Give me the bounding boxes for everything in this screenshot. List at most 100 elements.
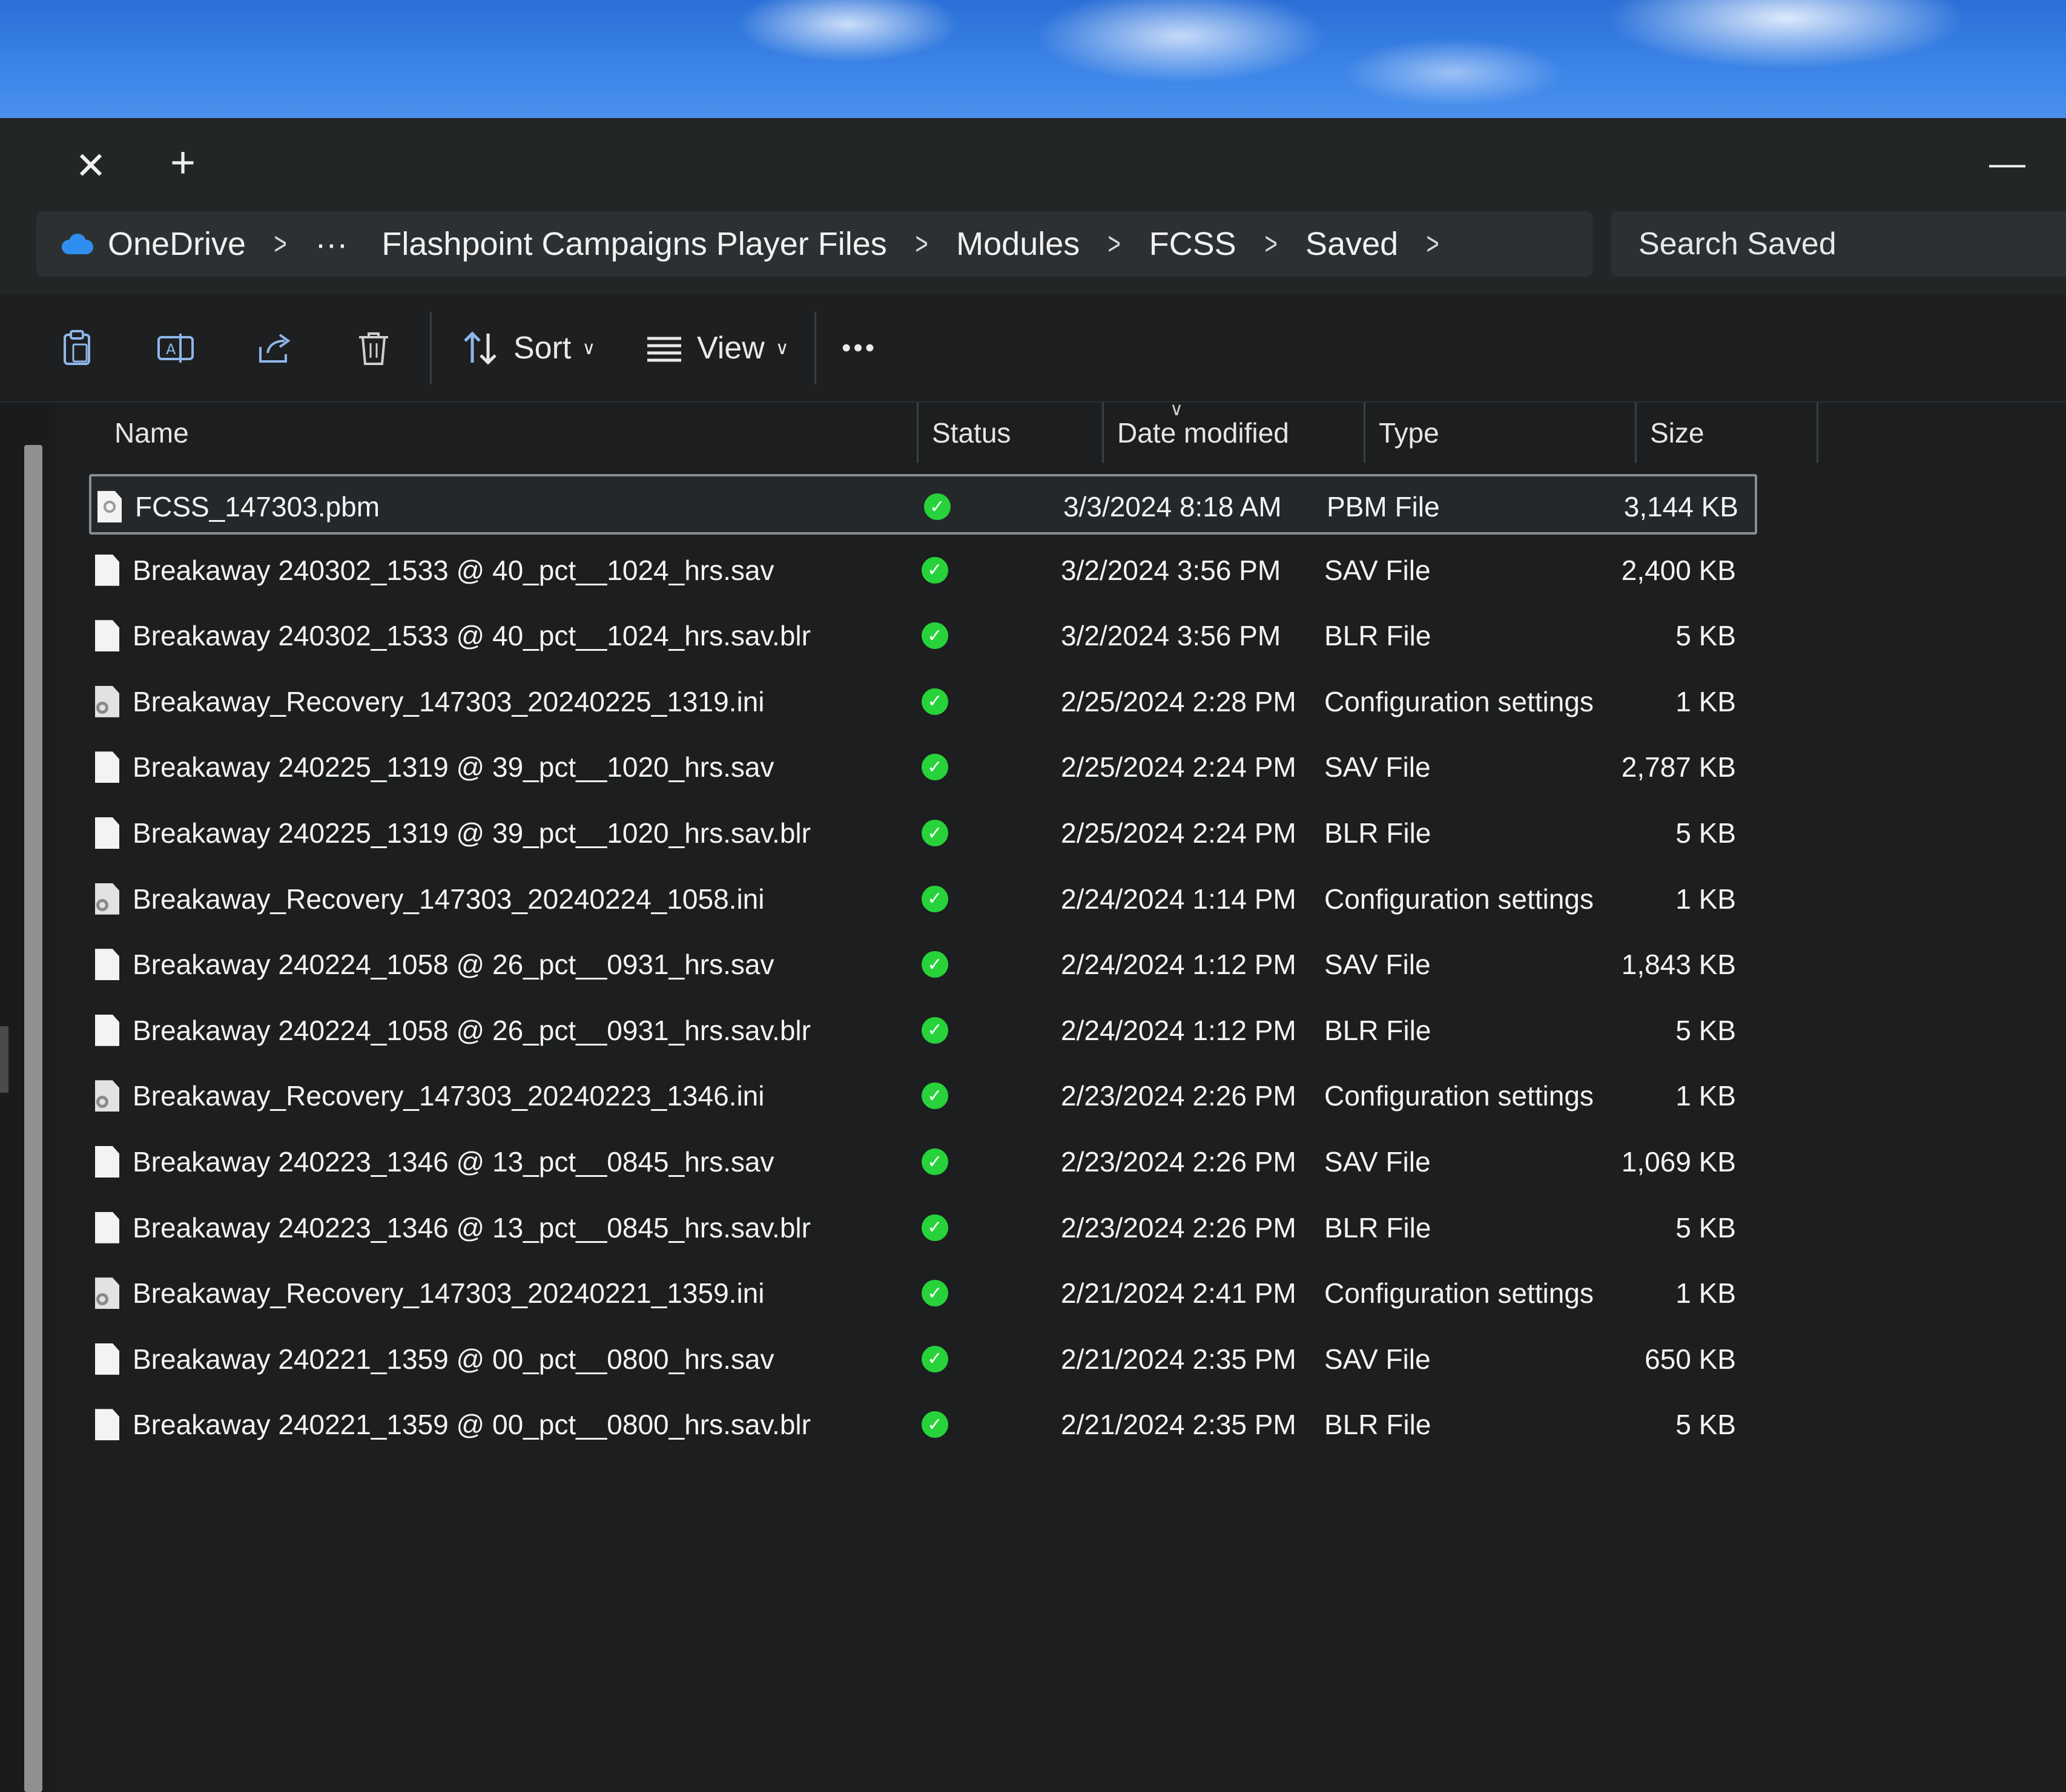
search-input[interactable]: Search Saved	[1611, 211, 2066, 277]
file-row[interactable]: Breakaway_Recovery_147303_20240223_1346.…	[89, 1066, 1757, 1126]
file-name: Breakaway_Recovery_147303_20240224_1058.…	[133, 883, 765, 915]
file-name-cell: Breakaway_Recovery_147303_20240224_1058.…	[95, 869, 913, 929]
file-size: 1 KB	[1675, 685, 1736, 717]
chevron-right-icon[interactable]: >	[274, 226, 287, 262]
breadcrumb-flashpoint-campaigns-player-files[interactable]: Flashpoint Campaigns Player Files	[381, 225, 886, 263]
chevron-right-icon[interactable]: >	[1108, 226, 1121, 262]
desktop-wallpaper	[0, 0, 2066, 124]
date-modified: 2/24/2024 1:12 PM	[1061, 1014, 1296, 1046]
column-header-type[interactable]: Type	[1365, 403, 1637, 463]
file-icon	[95, 751, 119, 783]
date-modified: 2/23/2024 2:26 PM	[1061, 1146, 1296, 1178]
breadcrumb-overflow[interactable]: ···	[315, 225, 348, 263]
toolbar-divider	[430, 312, 432, 384]
file-name-cell: Breakaway 240225_1319 @ 39_pct__1020_hrs…	[95, 737, 913, 797]
breadcrumb-onedrive[interactable]: OneDrive	[108, 225, 246, 263]
synced-check-icon: ✓	[922, 1280, 948, 1307]
breadcrumb-modules[interactable]: Modules	[956, 225, 1080, 263]
breadcrumb-fcss[interactable]: FCSS	[1149, 225, 1236, 263]
file-name: Breakaway 240223_1346 @ 13_pct__0845_hrs…	[133, 1211, 811, 1244]
close-tab-button[interactable]: ✕	[67, 141, 115, 189]
chevron-down-icon: ∨	[775, 338, 789, 358]
chevron-right-icon[interactable]: >	[915, 226, 928, 262]
file-row[interactable]: Breakaway 240221_1359 @ 00_pct__0800_hrs…	[89, 1394, 1757, 1455]
svg-text:A: A	[166, 341, 176, 358]
status-cell: ✓	[922, 1394, 1018, 1455]
file-row[interactable]: Breakaway 240221_1359 @ 00_pct__0800_hrs…	[89, 1329, 1757, 1389]
column-header-size[interactable]: Size	[1637, 403, 1818, 463]
column-header-date-modified[interactable]: Date modified	[1104, 403, 1365, 463]
new-tab-button[interactable]: +	[159, 139, 207, 187]
file-row[interactable]: Breakaway 240223_1346 @ 13_pct__0845_hrs…	[89, 1132, 1757, 1192]
chevron-down-icon: ∨	[582, 338, 596, 358]
delete-button[interactable]	[354, 318, 393, 378]
file-name-cell: Breakaway 240224_1058 @ 26_pct__0931_hrs…	[95, 1000, 913, 1061]
breadcrumb[interactable]: OneDrive > ··· Flashpoint Campaigns Play…	[36, 211, 1592, 277]
file-size: 5 KB	[1675, 620, 1736, 652]
share-icon	[259, 334, 291, 363]
title-bar: ✕ + —	[0, 118, 2066, 203]
synced-check-icon: ✓	[922, 951, 948, 978]
synced-check-icon: ✓	[922, 885, 948, 912]
view-label: View	[697, 331, 765, 366]
synced-check-icon: ✓	[922, 1016, 948, 1044]
file-name: FCSS_147303.pbm	[135, 491, 380, 522]
minimize-button[interactable]: —	[1980, 143, 2035, 183]
rename-button[interactable]: A	[156, 318, 195, 378]
date-modified: 3/2/2024 3:56 PM	[1061, 554, 1281, 586]
chevron-right-icon[interactable]: >	[1264, 226, 1277, 262]
file-row[interactable]: Breakaway_Recovery_147303_20240225_1319.…	[89, 671, 1757, 732]
file-name: Breakaway_Recovery_147303_20240225_1319.…	[133, 685, 765, 717]
file-name: Breakaway 240224_1058 @ 26_pct__0931_hrs…	[133, 949, 774, 981]
command-bar: A Sort ∨ View ∨ •••	[0, 294, 2066, 403]
date-modified: 2/25/2024 2:28 PM	[1061, 685, 1296, 717]
column-header-name[interactable]: Name	[101, 403, 919, 463]
breadcrumb-saved[interactable]: Saved	[1305, 225, 1398, 263]
settings-file-icon	[95, 685, 119, 717]
status-cell: ✓	[922, 1066, 1018, 1126]
file-row[interactable]: Breakaway 240302_1533 @ 40_pct__1024_hrs…	[89, 605, 1757, 666]
status-cell: ✓	[922, 1197, 1018, 1258]
date-modified: 2/21/2024 2:35 PM	[1061, 1343, 1296, 1375]
onedrive-cloud-icon	[57, 234, 93, 254]
synced-check-icon: ✓	[922, 1345, 948, 1372]
sort-button[interactable]: Sort ∨	[461, 318, 595, 378]
status-cell: ✓	[922, 803, 1018, 863]
status-cell: ✓	[922, 1000, 1018, 1061]
file-icon	[95, 620, 119, 652]
file-name-cell: Breakaway_Recovery_147303_20240225_1319.…	[95, 671, 913, 732]
file-size: 2,400 KB	[1621, 554, 1736, 586]
more-options-button[interactable]: •••	[842, 318, 877, 378]
file-size: 3,144 KB	[1623, 491, 1738, 522]
file-icon	[95, 1014, 119, 1046]
clipboard-icon	[64, 330, 90, 365]
chevron-right-icon[interactable]: >	[1427, 226, 1439, 262]
file-row[interactable]: Breakaway 240225_1319 @ 39_pct__1020_hrs…	[89, 737, 1757, 797]
date-modified: 2/23/2024 2:26 PM	[1061, 1211, 1296, 1244]
file-row[interactable]: Breakaway 240223_1346 @ 13_pct__0845_hrs…	[89, 1197, 1757, 1258]
column-header-status[interactable]: Status	[919, 403, 1104, 463]
file-row[interactable]: Breakaway_Recovery_147303_20240221_1359.…	[89, 1263, 1757, 1323]
date-modified: 2/21/2024 2:41 PM	[1061, 1277, 1296, 1309]
file-list: Name Status Date modified ∨ Type Size FC…	[56, 400, 2066, 1792]
file-row[interactable]: Breakaway_Recovery_147303_20240224_1058.…	[89, 869, 1757, 929]
status-cell: ✓	[924, 476, 1021, 537]
file-row[interactable]: Breakaway 240224_1058 @ 26_pct__0931_hrs…	[89, 934, 1757, 995]
view-button[interactable]: View ∨	[645, 318, 789, 378]
file-name: Breakaway 240223_1346 @ 13_pct__0845_hrs…	[133, 1146, 774, 1178]
date-modified: 2/21/2024 2:35 PM	[1061, 1409, 1296, 1441]
file-name-cell: Breakaway 240225_1319 @ 39_pct__1020_hrs…	[95, 803, 913, 863]
navigation-pane-edge	[0, 1026, 8, 1093]
file-name: Breakaway_Recovery_147303_20240223_1346.…	[133, 1080, 765, 1112]
file-row[interactable]: Breakaway 240225_1319 @ 39_pct__1020_hrs…	[89, 803, 1757, 863]
synced-check-icon: ✓	[922, 1411, 948, 1438]
paste-button[interactable]	[58, 318, 96, 378]
navigation-pane-scrollbar[interactable]	[24, 445, 42, 1792]
file-row[interactable]: Breakaway 240224_1058 @ 26_pct__0931_hrs…	[89, 1000, 1757, 1061]
status-cell: ✓	[922, 934, 1018, 995]
date-modified: 2/24/2024 1:12 PM	[1061, 949, 1296, 981]
file-size: 2,787 KB	[1621, 751, 1736, 783]
share-button[interactable]	[256, 318, 294, 378]
file-row[interactable]: FCSS_147303.pbm ✓ 3/3/2024 8:18 AM PBM F…	[89, 474, 1757, 535]
file-row[interactable]: Breakaway 240302_1533 @ 40_pct__1024_hrs…	[89, 540, 1757, 601]
